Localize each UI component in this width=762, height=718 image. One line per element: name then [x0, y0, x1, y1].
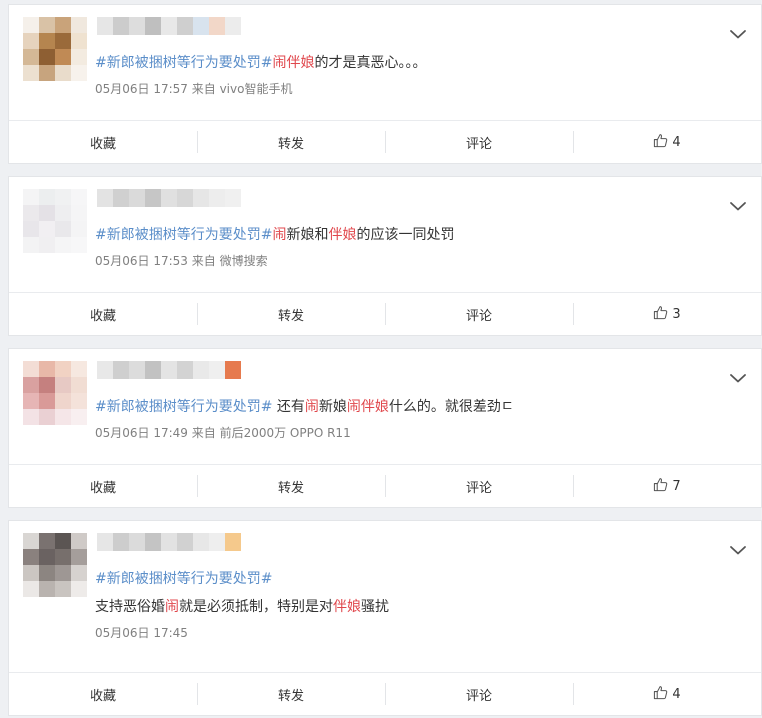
keyword-highlight: 闹伴娘: [346, 399, 389, 415]
action-bar: 收藏 转发 评论 4: [9, 120, 761, 163]
content-text: 的才是真恶心。。。: [314, 55, 427, 71]
avatar[interactable]: [23, 361, 87, 425]
like-count: 4: [672, 686, 681, 702]
like-count: 3: [672, 306, 681, 322]
like-count: 7: [672, 478, 681, 494]
collect-button[interactable]: 收藏: [9, 293, 197, 335]
like-button[interactable]: 3: [573, 293, 761, 335]
weibo-comment-card: #新郎被捆树等行为要处罚# 支持恶俗婚闹就是必须抵制，特别是对伴娘骚扰 05月06日…: [8, 520, 762, 716]
keyword-highlight: 闹伴娘: [272, 55, 315, 71]
comment-button[interactable]: 评论: [385, 673, 573, 715]
content-text: 支持恶俗婚: [95, 599, 165, 615]
content-text: 新娘: [318, 399, 347, 415]
topic-hashtag-link[interactable]: #新郎被捆树等行为要处罚#: [95, 571, 272, 587]
collect-button[interactable]: 收藏: [9, 465, 197, 507]
like-button[interactable]: 4: [573, 673, 761, 715]
chevron-down-icon[interactable]: [729, 369, 747, 387]
timestamp-source: 05月06日 17:53 来自 微博搜索: [95, 254, 268, 268]
content-text: 的应该一同处罚: [356, 227, 455, 243]
comment-text: #新郎被捆树等行为要处罚#: [95, 569, 272, 589]
keyword-highlight: 伴娘: [328, 227, 357, 243]
username-blurred[interactable]: [97, 17, 241, 35]
topic-hashtag-link[interactable]: #新郎被捆树等行为要处罚#: [95, 227, 272, 243]
thumbs-up-icon: [653, 477, 672, 496]
like-count: 4: [672, 134, 681, 150]
thumbs-up-icon: [653, 685, 672, 704]
timestamp-source: 05月06日 17:49 来自 前后2000万 OPPO R11: [95, 426, 351, 440]
repost-button[interactable]: 转发: [197, 121, 385, 163]
weibo-comment-card: #新郎被捆树等行为要处罚#闹伴娘的才是真恶心。。。 05月06日 17:57 来自…: [8, 4, 762, 164]
comment-button[interactable]: 评论: [385, 121, 573, 163]
weibo-comment-card: #新郎被捆树等行为要处罚#闹新娘和伴娘的应该一同处罚 05月06日 17:53 来…: [8, 176, 762, 336]
content-text: 什么的。就很差劲ㄷ: [388, 399, 514, 415]
content-text: 骚扰: [361, 599, 389, 615]
collect-button[interactable]: 收藏: [9, 121, 197, 163]
avatar[interactable]: [23, 189, 87, 253]
repost-button[interactable]: 转发: [197, 293, 385, 335]
avatar[interactable]: [23, 533, 87, 597]
chevron-down-icon[interactable]: [729, 541, 747, 559]
comment-button[interactable]: 评论: [385, 465, 573, 507]
chevron-down-icon[interactable]: [729, 25, 747, 43]
like-button[interactable]: 4: [573, 121, 761, 163]
keyword-highlight: 伴娘: [333, 599, 361, 615]
topic-hashtag-link[interactable]: #新郎被捆树等行为要处罚#: [95, 55, 272, 71]
comment-text: #新郎被捆树等行为要处罚#闹伴娘的才是真恶心。。。: [95, 53, 426, 73]
repost-button[interactable]: 转发: [197, 673, 385, 715]
chevron-down-icon[interactable]: [729, 197, 747, 215]
comment-text: #新郎被捆树等行为要处罚#闹新娘和伴娘的应该一同处罚: [95, 225, 454, 245]
content-text: 新娘和: [286, 227, 329, 243]
keyword-highlight: 闹: [272, 227, 287, 243]
thumbs-up-icon: [653, 133, 672, 152]
collect-button[interactable]: 收藏: [9, 673, 197, 715]
keyword-highlight: 闹: [304, 399, 319, 415]
comment-text-line2: 支持恶俗婚闹就是必须抵制，特别是对伴娘骚扰: [95, 597, 389, 617]
repost-button[interactable]: 转发: [197, 465, 385, 507]
username-blurred[interactable]: [97, 533, 241, 551]
keyword-highlight: 闹: [165, 599, 179, 615]
action-bar: 收藏 转发 评论 7: [9, 464, 761, 507]
username-blurred[interactable]: [97, 189, 241, 207]
like-button[interactable]: 7: [573, 465, 761, 507]
comment-button[interactable]: 评论: [385, 293, 573, 335]
action-bar: 收藏 转发 评论 4: [9, 672, 761, 715]
avatar[interactable]: [23, 17, 87, 81]
comment-text: #新郎被捆树等行为要处罚# 还有闹新娘闹伴娘什么的。就很差劲ㄷ: [95, 397, 514, 417]
timestamp-source: 05月06日 17:45: [95, 626, 188, 640]
username-blurred[interactable]: [97, 361, 241, 379]
weibo-comment-card: #新郎被捆树等行为要处罚# 还有闹新娘闹伴娘什么的。就很差劲ㄷ 05月06日 17…: [8, 348, 762, 508]
content-text: 还有: [272, 399, 305, 415]
thumbs-up-icon: [653, 305, 672, 324]
content-text: 就是必须抵制，特别是对: [179, 599, 333, 615]
timestamp-source: 05月06日 17:57 来自 vivo智能手机: [95, 82, 293, 96]
topic-hashtag-link[interactable]: #新郎被捆树等行为要处罚#: [95, 399, 272, 415]
action-bar: 收藏 转发 评论 3: [9, 292, 761, 335]
